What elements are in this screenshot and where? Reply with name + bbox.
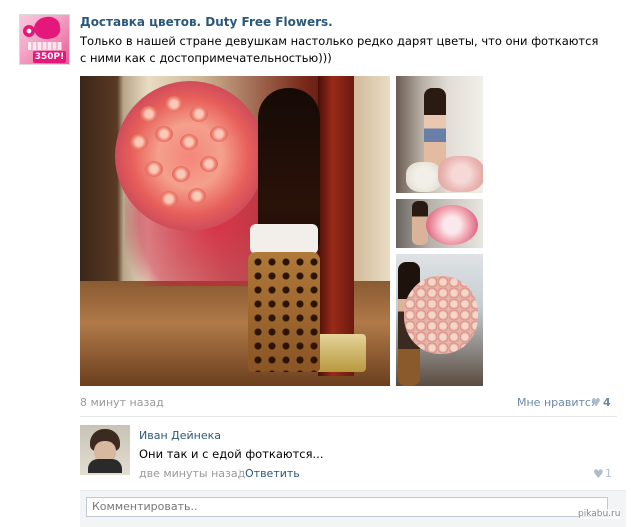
comment-like-count[interactable]: 1 xyxy=(605,467,612,480)
heart-icon[interactable]: ♥ xyxy=(593,467,604,481)
group-avatar[interactable]: 350Р! xyxy=(19,14,70,65)
rose xyxy=(190,106,208,122)
photo-flowers xyxy=(406,162,442,192)
photo-column xyxy=(318,76,354,376)
avatar[interactable] xyxy=(80,425,130,475)
flower-icon xyxy=(23,25,35,37)
post-photo-thumb-1[interactable] xyxy=(396,76,483,193)
photo-shirt xyxy=(250,224,318,254)
like-button[interactable]: Мне нравится xyxy=(517,396,598,409)
avatar-headphones xyxy=(88,459,122,473)
wall-post: 350Р! Доставка цветов. Duty Free Flowers… xyxy=(0,0,631,527)
rose xyxy=(172,166,190,182)
reply-button[interactable]: Ответить xyxy=(245,467,300,480)
rose xyxy=(210,126,228,142)
rose xyxy=(155,126,173,142)
rose xyxy=(200,156,218,172)
rose xyxy=(145,161,163,177)
photo-flowers xyxy=(426,205,478,245)
photo-legs xyxy=(248,252,320,372)
like-count[interactable]: 4 xyxy=(603,396,611,409)
comment-time[interactable]: две минуты назад xyxy=(139,467,245,480)
post-time[interactable]: 8 минут назад xyxy=(80,396,164,409)
comment-input[interactable]: Комментировать.. xyxy=(86,497,608,517)
photo-flowers xyxy=(438,156,483,192)
comment-author-link[interactable]: Иван Дейнека xyxy=(139,429,221,442)
rose xyxy=(130,134,148,150)
watermark: pikabu.ru xyxy=(578,509,621,519)
logo-shape xyxy=(32,15,62,41)
post-photo-main[interactable] xyxy=(80,76,390,386)
rose xyxy=(140,106,158,122)
comment-text: Они так и с едой фоткаются... xyxy=(139,447,324,461)
heart-icon[interactable]: ♥ xyxy=(591,396,601,409)
post-photo-thumb-2[interactable] xyxy=(396,199,483,248)
avatar-price-badge: 350Р! xyxy=(33,51,66,63)
post-photo-thumb-3[interactable] xyxy=(396,254,483,386)
post-text: Только в нашей стране девушкам настолько… xyxy=(80,34,599,65)
group-name-link[interactable]: Доставка цветов. Duty Free Flowers. xyxy=(80,15,333,29)
divider xyxy=(80,416,617,417)
rose xyxy=(160,191,178,207)
rose xyxy=(188,188,206,204)
comment-separator: | xyxy=(238,467,242,480)
reply-box: Комментировать.. xyxy=(80,490,626,527)
rose xyxy=(180,134,198,150)
logo-subtitle xyxy=(28,42,62,50)
rose xyxy=(165,96,183,112)
photo-bouquet xyxy=(115,81,265,231)
photo-flowers xyxy=(404,276,478,354)
